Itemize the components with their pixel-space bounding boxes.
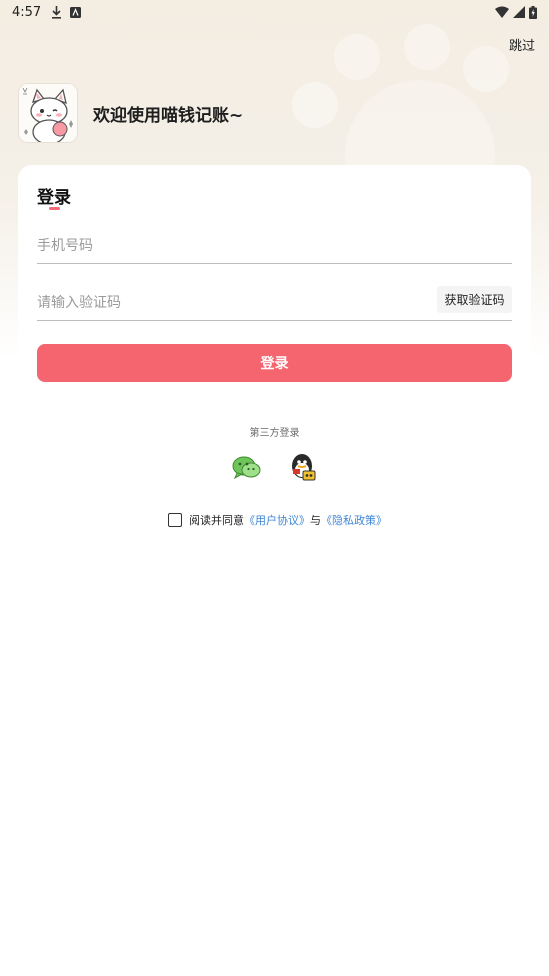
wechat-icon[interactable] bbox=[231, 452, 261, 482]
login-card: 登录 获取验证码 登录 bbox=[18, 165, 531, 405]
code-field: 获取验证码 bbox=[37, 285, 512, 321]
wifi-icon bbox=[495, 6, 509, 18]
qq-icon[interactable] bbox=[288, 452, 318, 482]
login-title: 登录 bbox=[37, 188, 71, 208]
login-button[interactable]: 登录 bbox=[37, 344, 512, 382]
phone-input[interactable] bbox=[37, 230, 512, 261]
third-party-icons bbox=[231, 452, 318, 482]
decor-circle bbox=[404, 24, 450, 70]
title-underline bbox=[49, 207, 60, 210]
welcome-title: 欢迎使用喵钱记账~ bbox=[93, 105, 244, 126]
decor-circle bbox=[334, 34, 380, 80]
welcome-header: 欢迎使用喵钱记账~ bbox=[18, 83, 243, 143]
get-code-button[interactable]: 获取验证码 bbox=[437, 286, 512, 313]
status-bar: 4:57 bbox=[0, 0, 549, 24]
code-input[interactable] bbox=[37, 287, 437, 318]
privacy-policy-link[interactable]: 《隐私政策》 bbox=[321, 512, 387, 528]
user-agreement-link[interactable]: 《用户协议》 bbox=[244, 512, 310, 528]
app-notification-icon bbox=[70, 6, 82, 18]
decor-circle bbox=[292, 82, 338, 128]
agree-checkbox[interactable] bbox=[168, 513, 182, 527]
status-time: 4:57 bbox=[12, 4, 42, 20]
battery-icon bbox=[529, 5, 537, 19]
signal-icon bbox=[513, 6, 525, 18]
download-icon bbox=[52, 5, 62, 19]
agreement-row: 阅读并同意 《用户协议》 与 《隐私政策》 bbox=[168, 512, 387, 528]
decor-circle bbox=[463, 46, 509, 92]
third-party-label: 第三方登录 bbox=[249, 428, 300, 439]
app-logo-cat bbox=[18, 83, 78, 143]
skip-button[interactable]: 跳过 bbox=[509, 35, 535, 54]
agreement-prefix: 阅读并同意 bbox=[189, 514, 244, 527]
phone-field bbox=[37, 228, 512, 264]
agreement-joiner: 与 bbox=[310, 514, 321, 527]
